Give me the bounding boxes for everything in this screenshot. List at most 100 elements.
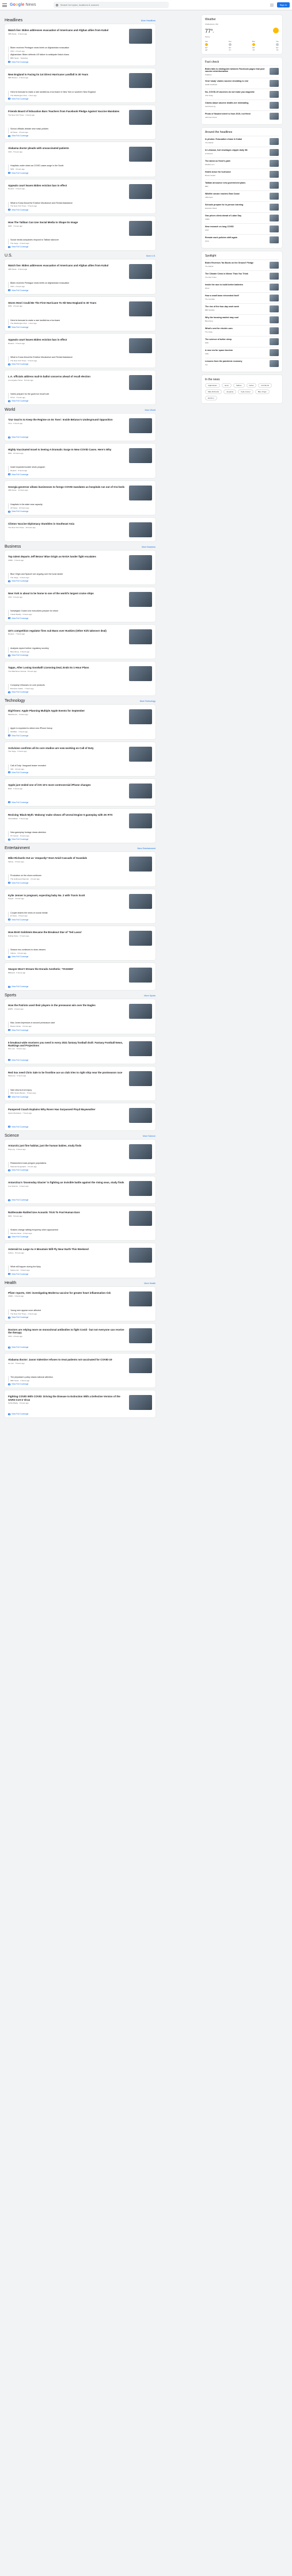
- article-source[interactable]: CNN: [10, 285, 14, 288]
- article-source[interactable]: The Wall Street Journal: [8, 670, 26, 672]
- full-coverage-link[interactable]: View Full Coverage: [8, 580, 152, 582]
- article[interactable]: New York is about to be home to one of t…: [8, 590, 152, 609]
- article[interactable]: Red Sox need Chris Sale to be frontline …: [8, 1069, 152, 1088]
- side-item-thumbnail[interactable]: [270, 295, 279, 302]
- article[interactable]: 'Our Goal Is to Keep the Regime on Its T…: [8, 416, 152, 435]
- side-item[interactable]: Taliban announce new government plans BBC: [205, 179, 279, 190]
- full-coverage-link[interactable]: View Full Coverage: [8, 1346, 152, 1348]
- article[interactable]: Doctors are relying more on monoclonal a…: [8, 1327, 152, 1345]
- related-article[interactable]: Afghanistan: Biden defends US failure to…: [8, 53, 152, 60]
- full-coverage-label[interactable]: View Full Coverage: [12, 654, 28, 656]
- related-headline[interactable]: Call of Duty: Vanguard teaser revealed: [10, 765, 152, 767]
- related-article[interactable]: Biden receives Pentagon news briefs on A…: [8, 282, 152, 288]
- article-thumbnail[interactable]: [129, 338, 152, 353]
- google-news-logo[interactable]: Google News: [10, 3, 36, 7]
- full-coverage-label[interactable]: View Full Coverage: [12, 1169, 28, 1171]
- article-source[interactable]: The Washington Post: [10, 94, 27, 97]
- article-headline[interactable]: Appeals court leaves Biden eviction ban …: [8, 338, 126, 341]
- article-source[interactable]: Time: [8, 422, 12, 425]
- full-coverage-label[interactable]: View Full Coverage: [12, 985, 28, 988]
- full-coverage-label[interactable]: View Full Coverage: [12, 1096, 28, 1098]
- full-coverage-link[interactable]: View Full Coverage: [8, 1383, 152, 1385]
- related-article[interactable]: Analysts expect further regulatory scrut…: [8, 647, 152, 653]
- side-item-headline[interactable]: The rise of the four-day work week: [205, 305, 267, 308]
- article-source[interactable]: The New York Times: [10, 205, 26, 207]
- article-headline[interactable]: Top talent departs Jeff Bezos' Blue Orig…: [8, 555, 126, 558]
- related-article[interactable]: Apple is expected to debut new iPhone li…: [8, 727, 152, 733]
- full-coverage-label[interactable]: View Full Coverage: [12, 1273, 28, 1275]
- side-item[interactable]: The rise of the four-day work week BBC Wo…: [205, 303, 279, 314]
- side-item-headline[interactable]: The science of better sleep: [205, 338, 267, 341]
- article-source[interactable]: AP News: [10, 131, 17, 133]
- side-item[interactable]: The Climate Crisis Is Worse Than You Thi…: [205, 270, 279, 281]
- full-coverage-link[interactable]: View Full Coverage: [8, 735, 152, 737]
- article-headline[interactable]: How the Patriots used their players in t…: [8, 1004, 126, 1007]
- side-item[interactable]: In photos: Evacuation chaos in Kabul The …: [205, 136, 279, 147]
- side-item-thumbnail[interactable]: [270, 171, 279, 178]
- full-coverage-label[interactable]: View Full Coverage: [12, 735, 28, 737]
- related-article[interactable]: Voters prepare for the governor recall v…: [8, 393, 152, 399]
- full-coverage-link[interactable]: View Full Coverage: [8, 771, 152, 774]
- article-thumbnail[interactable]: [129, 592, 152, 607]
- related-headline[interactable]: New gameplay footage draws attention: [10, 831, 152, 834]
- article-thumbnail[interactable]: [129, 783, 152, 798]
- related-headline[interactable]: What to Know About the Eviction Moratori…: [10, 356, 152, 358]
- full-coverage-label[interactable]: View Full Coverage: [12, 771, 28, 774]
- apps-grid-icon[interactable]: [270, 3, 274, 7]
- side-item-headline[interactable]: Viral 'study' claims vaccine shedding is…: [205, 80, 267, 82]
- full-coverage-link[interactable]: View Full Coverage: [8, 617, 152, 620]
- article[interactable]: New England is Facing its 1st Direct Hur…: [8, 71, 152, 90]
- article-thumbnail[interactable]: [129, 1291, 152, 1306]
- side-item[interactable]: No, COVID-19 vaccines do not make you ma…: [205, 89, 279, 100]
- related-article[interactable]: The physician's policy draws national at…: [8, 1376, 152, 1382]
- full-coverage-label[interactable]: View Full Coverage: [12, 473, 28, 476]
- full-coverage-link[interactable]: View Full Coverage: [8, 510, 152, 513]
- article[interactable]: 5 breakout wide receivers you need in ev…: [8, 1039, 152, 1058]
- related-headline[interactable]: Season two continues to draw viewers: [10, 949, 152, 951]
- section-more-link[interactable]: More World: [145, 409, 156, 411]
- full-coverage-label[interactable]: View Full Coverage: [12, 172, 28, 174]
- full-coverage-label[interactable]: View Full Coverage: [12, 363, 28, 365]
- full-coverage-label[interactable]: View Full Coverage: [12, 510, 28, 513]
- article-headline[interactable]: Tapps, After Losing Goodwill Licensing D…: [8, 666, 126, 669]
- related-headline[interactable]: Couple shares the news on social media: [10, 912, 152, 914]
- article-source[interactable]: NBC News: [10, 1379, 19, 1382]
- article-source[interactable]: AP News: [10, 507, 17, 509]
- article[interactable]: Watch live: Biden addresses evacuation o…: [8, 27, 152, 45]
- article[interactable]: Apple just ended one of iOS 15's most co…: [8, 782, 152, 800]
- related-article[interactable]: Young men appear more affected The New Yo…: [8, 1309, 152, 1316]
- article-thumbnail[interactable]: [129, 746, 152, 762]
- full-coverage-label[interactable]: View Full Coverage: [12, 1236, 28, 1238]
- side-item[interactable]: Remote work policies shift again Axios: [205, 234, 279, 245]
- article-source[interactable]: NPR: [8, 305, 12, 307]
- article-headline[interactable]: Highly Vaccinated Israel Is Seeing A Dra…: [8, 448, 126, 451]
- side-item-headline[interactable]: Biden fails to distinguish between Faceb…: [205, 68, 267, 73]
- related-article[interactable]: Henri is forecast to make a rare landfal…: [8, 319, 152, 325]
- article-source[interactable]: VentureBeat: [8, 817, 18, 820]
- related-article[interactable]: School officials debate new mask policie…: [8, 127, 152, 134]
- article[interactable]: Activision confirms all its core studios…: [8, 745, 152, 763]
- article[interactable]: Asteroid As Large As A Mountain Will Fly…: [8, 1246, 152, 1264]
- article-headline[interactable]: Asteroid As Large As A Mountain Will Fly…: [8, 1248, 126, 1251]
- section-title[interactable]: Entertainment: [5, 846, 30, 850]
- side-item-thumbnail[interactable]: [270, 316, 279, 324]
- article[interactable]: Tapps, After Losing Goodwill Licensing D…: [8, 664, 152, 683]
- article[interactable]: Clinton Vaccine Diplomacy Stumbles in So…: [8, 521, 152, 539]
- related-headline[interactable]: Sale returns from injury: [10, 1089, 152, 1091]
- full-coverage-link[interactable]: View Full Coverage: [8, 1096, 152, 1098]
- article-source[interactable]: Billboard: [8, 972, 15, 974]
- article-source[interactable]: BGR: [8, 788, 12, 790]
- full-coverage-label[interactable]: View Full Coverage: [12, 135, 28, 137]
- side-item-thumbnail[interactable]: [270, 91, 279, 98]
- related-article[interactable]: New gameplay footage draws attention PC G…: [8, 831, 152, 838]
- article-source[interactable]: The Verge: [10, 576, 18, 579]
- full-coverage-label[interactable]: View Full Coverage: [12, 209, 28, 211]
- related-headline[interactable]: Henri is forecast to make a rare landfal…: [10, 319, 152, 322]
- article-thumbnail[interactable]: [129, 184, 152, 199]
- related-headline[interactable]: What will happen during the flyby: [10, 1266, 152, 1268]
- full-coverage-link[interactable]: View Full Coverage: [8, 882, 152, 884]
- side-item[interactable]: The science of better sleep NPR: [205, 336, 279, 347]
- related-article[interactable]: Snakes change rattling frequency when ap…: [8, 1229, 152, 1235]
- article-thumbnail[interactable]: [129, 301, 152, 316]
- article-thumbnail[interactable]: [129, 666, 152, 681]
